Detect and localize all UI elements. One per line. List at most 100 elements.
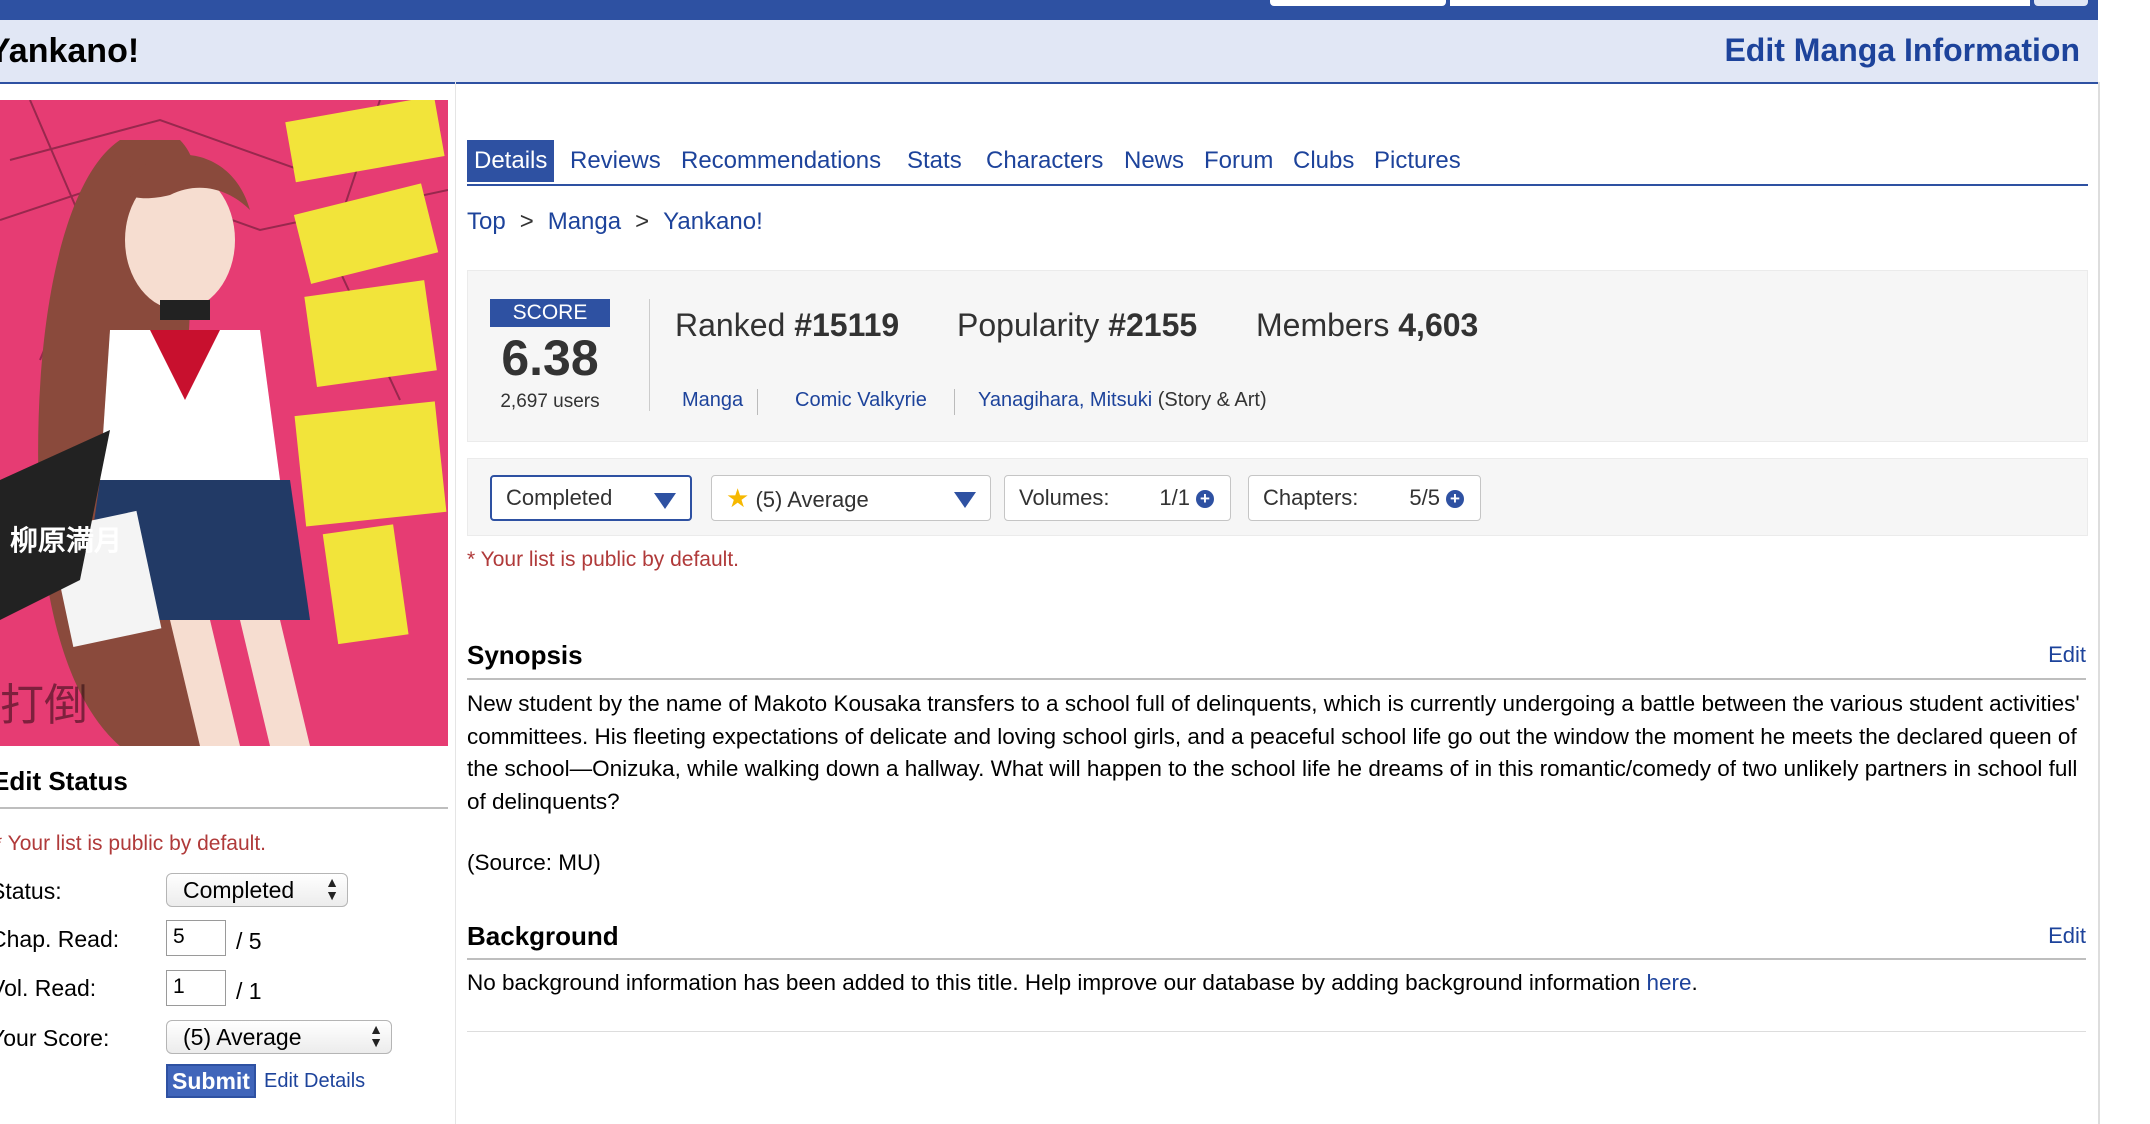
page-title: Yankano! (0, 32, 140, 70)
content-right-border (2098, 82, 2100, 1124)
volumes-value-wrap: 1/1 + (1159, 476, 1214, 520)
synopsis-source: (Source: MU) (467, 850, 601, 875)
tab-reviews[interactable]: Reviews (563, 140, 668, 182)
background-message: No background information has been added… (467, 970, 1647, 995)
cover-image[interactable]: 柳原満月 打倒 (0, 100, 448, 746)
background-here-link[interactable]: here (1646, 970, 1691, 995)
breadcrumb: Top > Manga > Yankano! (467, 208, 763, 236)
your-score-select-value: (5) Average (183, 1024, 302, 1050)
type-link[interactable]: Manga (682, 389, 743, 412)
svg-text:打倒: 打倒 (0, 680, 88, 731)
ranked-label: Ranked (675, 307, 786, 343)
author-link[interactable]: Yanagihara, Mitsuki (978, 389, 1152, 411)
submit-button[interactable]: Submit (166, 1064, 256, 1098)
breadcrumb-title[interactable]: Yankano! (663, 208, 763, 235)
tab-forum[interactable]: Forum (1197, 140, 1280, 182)
synopsis-divider (467, 678, 2086, 680)
tab-bar: Details Reviews Recommendations Stats Ch… (467, 140, 2088, 186)
chapters-value: 5/5 (1409, 485, 1440, 510)
search-button[interactable] (2034, 0, 2088, 6)
score-dropdown[interactable]: ★ (5) Average (711, 475, 991, 521)
score-value: 6.38 (501, 330, 599, 386)
tab-recommendations[interactable]: Recommendations (674, 140, 888, 182)
author-role: (Story & Art) (1157, 389, 1267, 411)
score-label: SCORE (490, 299, 610, 327)
bottom-divider (467, 1031, 2086, 1032)
breadcrumb-manga[interactable]: Manga (548, 208, 621, 235)
vol-total: / 1 (236, 978, 262, 1004)
edit-details-link[interactable]: Edit Details (264, 1070, 365, 1093)
popularity-label: Popularity (957, 307, 1100, 343)
stats-box: SCORE 6.38 2,697 users Ranked #15119 Pop… (467, 270, 2088, 442)
score-users: 2,697 users (500, 391, 600, 412)
title-bar: Yankano! Edit Manga Information (0, 20, 2098, 84)
chapters-label: Chapters: (1263, 485, 1359, 510)
edit-status-divider (0, 807, 448, 809)
tab-stats[interactable]: Stats (900, 140, 969, 182)
edit-status-title: Edit Status (0, 766, 128, 796)
star-icon: ★ (726, 483, 750, 513)
breadcrumb-separator: > (635, 208, 650, 235)
select-arrows-icon: ▲ ▼ (369, 1021, 383, 1050)
plus-icon[interactable]: + (1196, 490, 1214, 508)
background-title: Background (467, 921, 619, 951)
search-input[interactable] (1450, 0, 2030, 6)
tab-pictures[interactable]: Pictures (1367, 140, 1468, 182)
serialization-link[interactable]: Comic Valkyrie (795, 389, 927, 412)
chevron-down-icon (954, 492, 976, 508)
tab-characters[interactable]: Characters (979, 140, 1110, 182)
status-dropdown-value: Completed (506, 485, 613, 510)
chap-read-input[interactable]: 5 (166, 920, 226, 956)
chevron-down-icon (654, 493, 676, 509)
volumes-label: Volumes: (1019, 485, 1110, 510)
synopsis-title: Synopsis (467, 640, 583, 670)
background-period: . (1691, 970, 1698, 995)
chapters-control: Chapters: 5/5 + (1248, 475, 1481, 521)
chap-total: / 5 (236, 928, 262, 954)
tab-news[interactable]: News (1117, 140, 1191, 182)
tab-details[interactable]: Details (467, 140, 555, 182)
plus-icon[interactable]: + (1446, 490, 1464, 508)
search-category-select[interactable] (1270, 0, 1446, 6)
members-label: Members (1256, 307, 1390, 343)
select-arrows-icon: ▲ ▼ (325, 874, 339, 903)
status-select-value: Completed (183, 877, 295, 903)
tab-clubs[interactable]: Clubs (1286, 140, 1361, 182)
cover-art: 柳原満月 打倒 (0, 100, 448, 746)
ranked-value: #15119 (794, 307, 900, 343)
breadcrumb-separator: > (519, 208, 534, 235)
user-list-controls: Completed ★ (5) Average Volumes: 1/1 + C… (467, 458, 2088, 536)
author-info: Yanagihara, Mitsuki (Story & Art) (978, 389, 1267, 412)
list-public-note: * Your list is public by default. (467, 548, 739, 571)
background-text: No background information has been added… (467, 970, 1698, 996)
stats-divider (649, 299, 650, 411)
volumes-value: 1/1 (1159, 485, 1190, 510)
synopsis-edit-link[interactable]: Edit (2048, 642, 2086, 668)
left-sidebar: 柳原満月 打倒 Edit Status * Your list is publi… (0, 82, 456, 1124)
your-score-select[interactable]: (5) Average ▲ ▼ (166, 1020, 392, 1054)
your-score-label: Your Score: (0, 1025, 110, 1051)
top-nav-bar (0, 0, 2098, 20)
status-dropdown[interactable]: Completed (490, 475, 692, 521)
members-stat: Members 4,603 (1256, 307, 1478, 344)
ranked-stat: Ranked #15119 (675, 307, 899, 344)
meta-divider (757, 389, 758, 415)
edit-manga-information-link[interactable]: Edit Manga Information (1724, 32, 2080, 69)
breadcrumb-top[interactable]: Top (467, 208, 506, 235)
popularity-value: #2155 (1108, 307, 1198, 343)
members-value: 4,603 (1398, 307, 1479, 343)
chap-read-label: Chap. Read: (0, 926, 120, 952)
meta-divider (954, 389, 955, 415)
volumes-control: Volumes: 1/1 + (1004, 475, 1231, 521)
edit-status-public-note: * Your list is public by default. (0, 832, 266, 855)
background-divider (467, 958, 2086, 960)
status-label: Status: (0, 878, 62, 904)
background-edit-link[interactable]: Edit (2048, 923, 2086, 949)
status-select[interactable]: Completed ▲ ▼ (166, 873, 348, 907)
chapters-value-wrap: 5/5 + (1409, 476, 1464, 520)
vol-read-input[interactable]: 1 (166, 970, 226, 1006)
score-dropdown-value: (5) Average (755, 487, 869, 512)
svg-text:柳原満月: 柳原満月 (10, 524, 122, 557)
popularity-stat: Popularity #2155 (957, 307, 1197, 344)
synopsis-text: New student by the name of Makoto Kousak… (467, 691, 2080, 814)
